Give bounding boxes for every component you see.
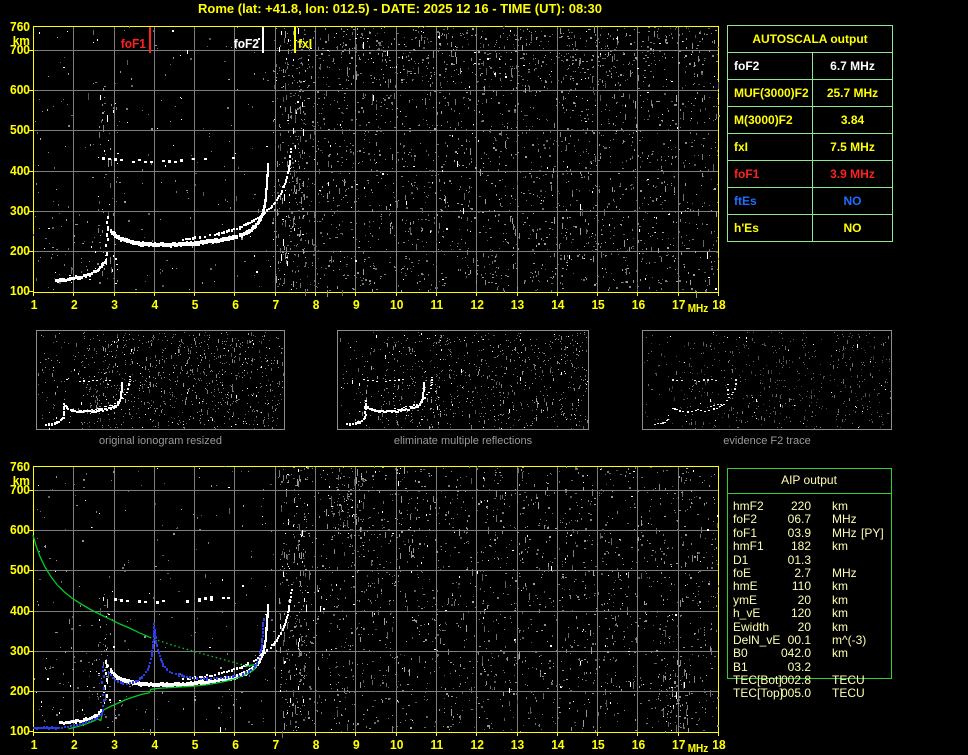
aip-param-unit: TECU [832,673,865,688]
autoscala-param-value: 6.7 MHz [830,59,875,73]
top-ionogram-plot [0,16,728,314]
aip-param-label: foE [733,565,752,580]
autoscala-param-value: 25.7 MHz [826,86,879,100]
aip-param-unit: MHz [832,565,857,580]
autoscala-row-h'Es: h'Es NO [728,214,892,241]
aip-header-divider [727,493,891,494]
autoscala-output-table: AUTOSCALA output foF2 6.7 MHz MUF(3000)F2 2… [727,25,893,242]
aip-param-unit: km [832,592,848,607]
aip-param-value: 2.7 [794,565,811,580]
autoscala-window: Rome (lat: +41.8, lon: 012.5) - DATE: 20… [0,0,968,755]
autoscala-param-value: 3.9 MHz [830,167,875,181]
aip-param-value: 120 [790,606,811,621]
autoscala-row-ftEs: ftEs NO [728,187,892,214]
thumbnail-multiple-reflections-removed [337,330,589,430]
aip-param-value: 03.9 [787,525,811,540]
aip-row-B0: B0 042.0 km [733,646,893,661]
aip-row-foE: foE 2.7 MHz [733,565,893,580]
thumbnail-original-ionogram [36,330,285,430]
aip-param-unit: km [832,499,848,513]
aip-param-value: 03.2 [787,659,811,674]
aip-param-value: 005.0 [780,686,811,701]
autoscala-row-fxI: fxI 7.5 MHz [728,133,892,160]
aip-row-B1: B1 03.2 [733,659,893,674]
aip-param-unit: km [832,646,848,661]
aip-param-value: 06.7 [787,512,811,527]
bottom-ionogram-plot [0,456,728,755]
aip-row-Ewidth: Ewidth 20 km [733,619,893,634]
aip-param-value: 01.3 [787,552,811,567]
aip-row-foF2: foF2 06.7 MHz [733,512,893,527]
aip-param-value: 220 [790,499,811,513]
aip-param-label: D1 [733,552,749,567]
aip-row-D1: D1 01.3 [733,552,893,567]
autoscala-param-value: NO [843,221,862,235]
autoscala-param-label: fxI [728,134,813,160]
aip-param-value: 20 [797,592,811,607]
autoscala-param-value: 7.5 MHz [830,140,875,154]
aip-param-value: 002.8 [780,673,811,688]
aip-param-unit: TECU [832,686,865,701]
thumbnail-f2-trace-evidence [642,330,892,430]
autoscala-row-foF1: foF1 3.9 MHz [728,160,892,187]
thumbnail-caption-original: original ionogram resized [99,435,222,447]
aip-param-label: B0 [733,646,748,661]
aip-row-TEC[Top]: TEC[Top] 005.0 TECU [733,686,893,701]
autoscala-param-label: MUF(3000)F2 [728,80,813,106]
autoscala-param-label: h'Es [728,215,813,241]
autoscala-table-title: AUTOSCALA output [752,32,868,46]
autoscala-row-M(3000)F2: M(3000)F2 3.84 [728,106,892,133]
aip-row-hmF2: hmF2 220 km [733,499,893,513]
aip-row-hmE: hmE 110 km [733,579,893,594]
autoscala-param-label: foF2 [728,53,813,79]
aip-row-DelN_vE: DelN_vE 00.1 m^(-3) [733,632,893,647]
aip-param-label: ymE [733,592,757,607]
aip-row-TEC[Bot]: TEC[Bot] 002.8 TECU [733,673,893,688]
aip-param-unit: km [832,539,848,554]
aip-param-value: 182 [790,539,811,554]
aip-param-extra: [PY] [861,525,884,540]
aip-row-hmF1: hmF1 182 km [733,539,893,554]
aip-row-foF1: foF1 03.9 MHz [PY] [733,525,893,540]
aip-param-value: 110 [791,579,811,594]
aip-row-h_vE: h_vE 120 km [733,606,893,621]
aip-param-label: hmF1 [733,539,764,554]
autoscala-param-label: M(3000)F2 [728,107,813,133]
aip-param-label: foF1 [733,525,758,540]
aip-param-label: hmF2 [733,499,764,513]
aip-param-label: h_vE [733,606,761,621]
aip-param-unit: m^(-3) [832,632,867,647]
aip-row-ymE: ymE 20 km [733,592,893,607]
aip-param-unit: MHz [832,512,857,527]
autoscala-param-label: ftEs [728,188,813,214]
aip-param-label: hmE [733,579,758,594]
aip-table-rows: hmF2 220 km foF2 06.7 MHz foF1 03.9 MHz [PY] hmF1 1… [733,499,893,700]
aip-param-unit: km [832,579,848,594]
aip-param-unit: km [832,619,848,634]
aip-param-label: foF2 [733,512,758,527]
aip-param-value: 042.0 [780,646,811,661]
aip-output-table: AIP output hmF2 220 km foF2 06.7 MHz foF1 03.9 M… [727,468,893,708]
autoscala-param-label: foF1 [728,161,813,187]
aip-param-label: B1 [733,659,748,674]
autoscala-param-value: NO [843,194,862,208]
aip-param-value: 20 [797,619,811,634]
thumbnail-caption-reflections: eliminate multiple reflections [393,435,533,447]
aip-param-value: 00.1 [787,632,811,647]
aip-param-unit: MHz [832,525,857,540]
autoscala-row-MUF(3000)F2: MUF(3000)F2 25.7 MHz [728,79,892,106]
station-title: Rome (lat: +41.8, lon: 012.5) - DATE: 20… [198,1,602,16]
thumbnail-caption-f2trace: evidence F2 trace [723,435,811,447]
autoscala-table-rows: foF2 6.7 MHz MUF(3000)F2 25.7 MHz M(3000)F2 3… [728,52,892,241]
aip-param-unit: km [832,606,848,621]
autoscala-row-foF2: foF2 6.7 MHz [728,52,892,79]
autoscala-param-value: 3.84 [840,113,865,127]
aip-table-title: AIP output [781,473,837,487]
